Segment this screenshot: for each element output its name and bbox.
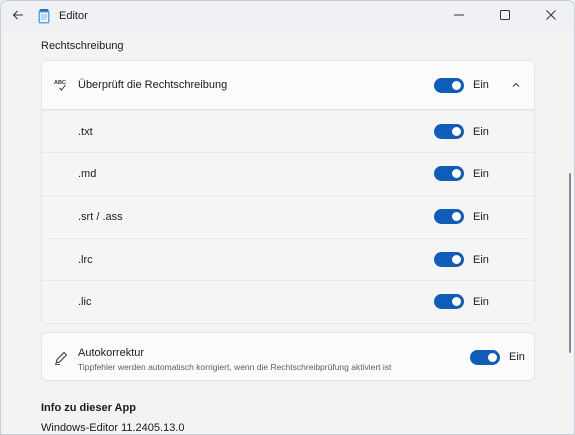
- maximize-icon: [500, 9, 510, 23]
- editor-settings-window: Editor Rechtschreibung ABC Überprüft die…: [0, 0, 575, 435]
- md-toggle[interactable]: [434, 166, 464, 181]
- file-type-label: .srt / .ass: [78, 210, 123, 223]
- minimize-button[interactable]: [436, 1, 482, 31]
- lrc-toggle-state: Ein: [473, 253, 489, 266]
- autocorrect-toggle-state: Ein: [509, 351, 525, 363]
- back-arrow-icon: [12, 9, 24, 24]
- lic-toggle[interactable]: [434, 294, 464, 309]
- file-type-row-md: .md Ein: [42, 152, 534, 194]
- spellcheck-toggle[interactable]: [434, 78, 464, 93]
- minimize-icon: [454, 9, 464, 23]
- section-title: Rechtschreibung: [41, 40, 124, 52]
- settings-content: Rechtschreibung ABC Überprüft die Rechts…: [1, 31, 574, 434]
- lic-toggle-state: Ein: [473, 295, 489, 308]
- lrc-toggle[interactable]: [434, 252, 464, 267]
- title-bar: Editor: [1, 1, 574, 31]
- notepad-icon: [37, 8, 51, 24]
- txt-toggle[interactable]: [434, 124, 464, 139]
- file-type-row-lrc: .lrc Ein: [42, 238, 534, 280]
- file-type-label: .lic: [78, 295, 92, 308]
- srt-ass-toggle[interactable]: [434, 209, 464, 224]
- file-type-row-txt: .txt Ein: [42, 110, 534, 152]
- file-type-row-srt-ass: .srt / .ass Ein: [42, 195, 534, 237]
- autocorrect-card: Autokorrektur Tippfehler werden automati…: [41, 332, 535, 381]
- back-button[interactable]: [3, 1, 33, 31]
- pen-icon: [53, 350, 69, 366]
- file-type-label: .md: [78, 167, 97, 180]
- about-title: Info zu dieser App: [41, 402, 136, 414]
- maximize-button[interactable]: [482, 1, 528, 31]
- spellcheck-header-row[interactable]: ABC Überprüft die Rechtschreibung Ein: [42, 61, 534, 110]
- close-icon: [546, 9, 556, 23]
- scrollbar[interactable]: [569, 173, 571, 353]
- app-version: Windows-Editor 11.2405.13.0: [41, 422, 185, 434]
- md-toggle-state: Ein: [473, 167, 489, 180]
- window-controls: [436, 1, 574, 31]
- spellcheck-card: ABC Überprüft die Rechtschreibung Ein .t…: [41, 60, 535, 324]
- close-button[interactable]: [528, 1, 574, 31]
- chevron-up-icon[interactable]: [510, 79, 522, 91]
- autocorrect-description: Tippfehler werden automatisch korrigiert…: [78, 362, 392, 372]
- spellcheck-toggle-state: Ein: [473, 79, 489, 91]
- window-title: Editor: [59, 10, 88, 22]
- file-type-label: .txt: [78, 125, 93, 138]
- spellcheck-icon: ABC: [53, 77, 69, 93]
- autocorrect-toggle[interactable]: [470, 350, 500, 365]
- svg-text:ABC: ABC: [54, 80, 66, 86]
- spellcheck-label: Überprüft die Rechtschreibung: [78, 79, 228, 91]
- file-type-row-lic: .lic Ein: [42, 280, 534, 322]
- autocorrect-title: Autokorrektur: [78, 347, 145, 359]
- txt-toggle-state: Ein: [473, 125, 489, 138]
- srt-ass-toggle-state: Ein: [473, 210, 489, 223]
- file-type-label: .lrc: [78, 253, 93, 266]
